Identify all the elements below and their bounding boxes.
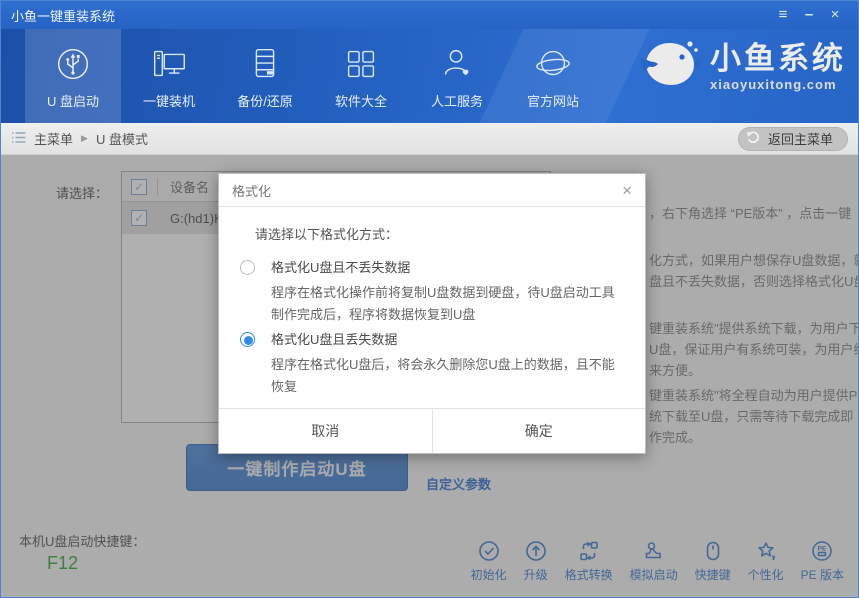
nav-item-one-click-install[interactable]: 一键装机 <box>121 29 217 123</box>
option-title: 格式化U盘且不丢失数据 <box>271 260 626 276</box>
dialog-footer: 取消 确定 <box>219 408 645 453</box>
nav-item-label: 软件大全 <box>335 91 387 110</box>
app-window: 小鱼一键重装系统 ≡ – × U 盘启动 <box>0 0 859 598</box>
titlebar: 小鱼一键重装系统 ≡ – × <box>1 1 858 29</box>
brand-logo: 小鱼系统 xiaoyuxitong.com <box>638 35 846 98</box>
radio-selected[interactable] <box>240 332 255 347</box>
nav-item-support[interactable]: 人工服务 <box>409 29 505 123</box>
breadcrumb-separator-icon: ▶ <box>81 133 88 144</box>
radio-unselected[interactable] <box>240 260 255 275</box>
computer-icon <box>148 43 190 85</box>
confirm-button[interactable]: 确定 <box>433 409 646 453</box>
dialog-title: 格式化 <box>232 181 622 200</box>
option-description: 程序在格式化操作前将复制U盘数据到硬盘，待U盘启动工具制作完成后，程序将数据恢复… <box>271 282 626 326</box>
apps-grid-icon <box>340 43 382 85</box>
list-icon <box>11 131 26 147</box>
back-to-main-menu-button[interactable]: 返回主菜单 <box>738 127 848 151</box>
website-globe-icon <box>532 43 574 85</box>
nav-item-usb-boot[interactable]: U 盘启动 <box>25 29 121 123</box>
breadcrumb-current: U 盘模式 <box>96 129 148 148</box>
format-dialog: 格式化 × 请选择以下格式化方式： 格式化U盘且不丢失数据 程序在格式化操作前将… <box>218 173 646 454</box>
format-option-keep-data[interactable]: 格式化U盘且不丢失数据 程序在格式化操作前将复制U盘数据到硬盘，待U盘启动工具制… <box>240 260 626 326</box>
brand-name: 小鱼系统 <box>710 43 846 74</box>
nav-toolbar: U 盘启动 一键装机 <box>1 29 858 123</box>
nav-item-label: 一键装机 <box>143 91 195 110</box>
return-arrow-icon <box>745 129 762 149</box>
nav-item-official-website[interactable]: 官方网站 <box>505 29 601 123</box>
option-title: 格式化U盘且丢失数据 <box>271 332 626 348</box>
dialog-header: 格式化 × <box>219 174 645 207</box>
dialog-close-icon[interactable]: × <box>622 182 632 199</box>
menu-icon[interactable]: ≡ <box>770 1 796 29</box>
nav-item-label: 人工服务 <box>431 91 483 110</box>
minimize-icon[interactable]: – <box>796 1 822 29</box>
nav-item-label: 官方网站 <box>527 91 579 110</box>
cancel-button[interactable]: 取消 <box>219 409 433 453</box>
dialog-prompt: 请选择以下格式化方式： <box>255 224 398 243</box>
window-title: 小鱼一键重装系统 <box>11 6 770 25</box>
nav-item-backup-restore[interactable]: 备份/还原 <box>217 29 313 123</box>
breadcrumb-root[interactable]: 主菜单 <box>34 129 73 148</box>
support-person-icon <box>436 43 478 85</box>
breadcrumb: 主菜单 ▶ U 盘模式 返回主菜单 <box>1 123 858 155</box>
nav-item-label: U 盘启动 <box>47 91 99 110</box>
format-option-lose-data[interactable]: 格式化U盘且丢失数据 程序在格式化U盘后，将会永久删除您U盘上的数据，且不能恢复 <box>240 332 626 398</box>
close-icon[interactable]: × <box>822 1 848 29</box>
nav-item-label: 备份/还原 <box>237 91 293 110</box>
fish-logo-icon <box>638 35 700 98</box>
usb-icon <box>52 43 94 85</box>
nav-item-software-collection[interactable]: 软件大全 <box>313 29 409 123</box>
option-description: 程序在格式化U盘后，将会永久删除您U盘上的数据，且不能恢复 <box>271 354 626 398</box>
brand-domain: xiaoyuxitong.com <box>710 78 846 91</box>
backup-restore-icon <box>244 43 286 85</box>
